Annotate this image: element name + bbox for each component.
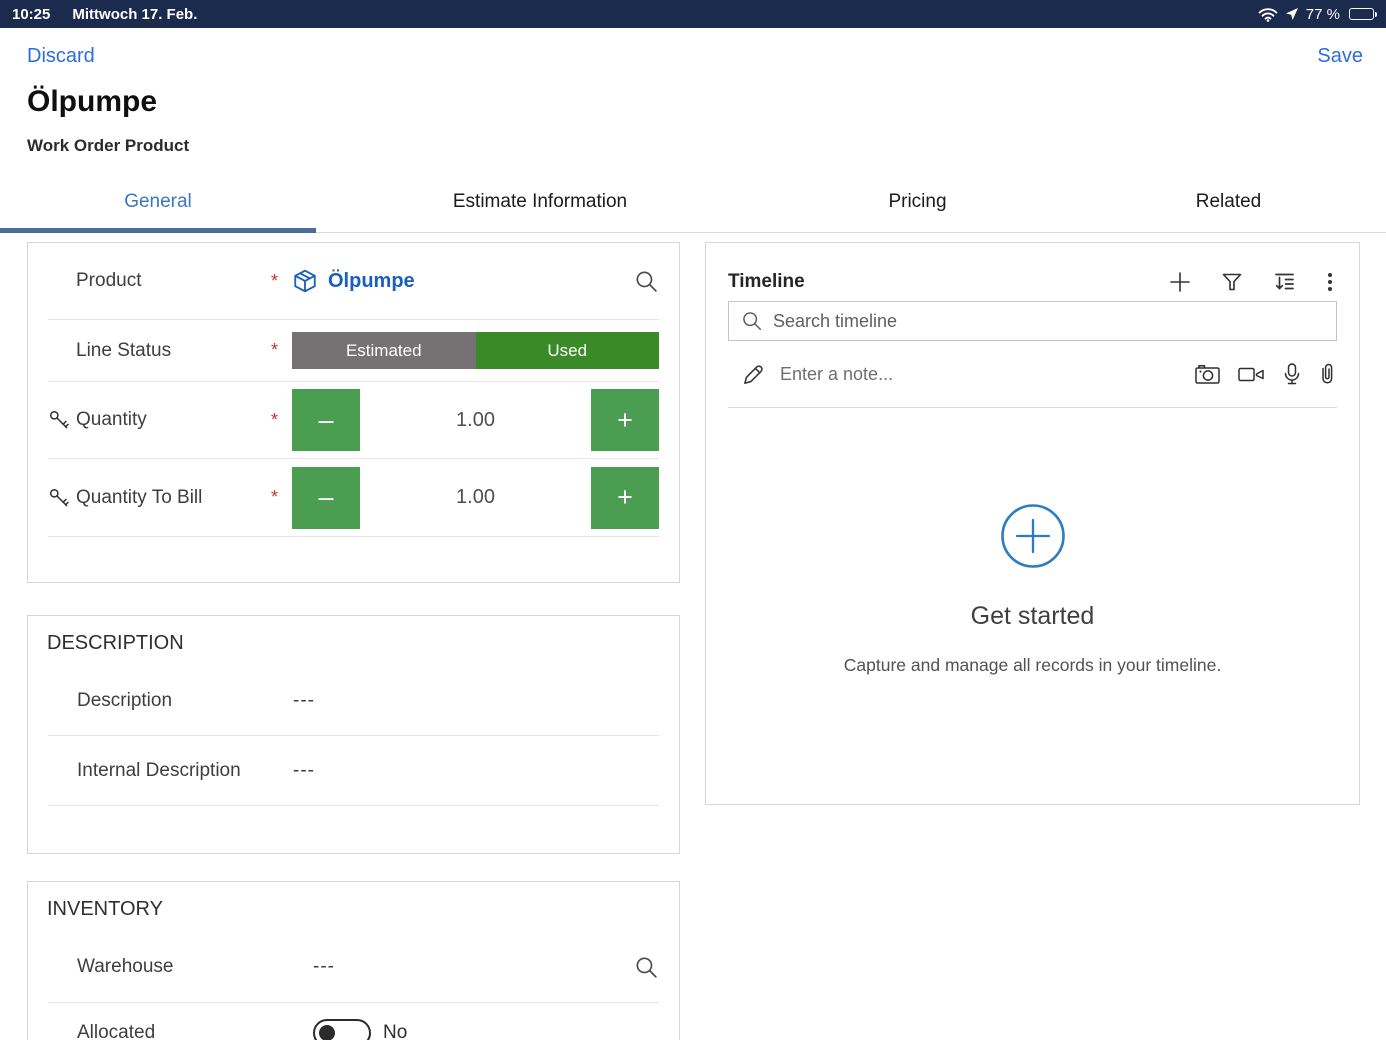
quantity-label: Quantity [76,409,271,431]
paperclip-icon[interactable] [1319,361,1335,387]
note-input[interactable] [780,364,1180,385]
status-bar-left: 10:25 Mittwoch 17. Feb. [12,6,197,23]
line-status-label: Line Status [76,340,271,362]
line-status-field-row: Line Status * Estimated Used [48,320,659,382]
timeline-title: Timeline [728,271,805,293]
product-value: Ölpumpe [328,270,415,293]
wifi-icon [1258,7,1278,22]
battery-percent: 77 % [1306,6,1340,23]
key-icon [48,409,76,431]
product-search-button[interactable] [634,269,659,294]
quantity-to-bill-value[interactable]: 1.00 [360,486,591,509]
location-arrow-icon [1285,7,1299,21]
allocated-value: No [383,1022,407,1040]
warehouse-search-button[interactable] [634,955,659,980]
line-status-option-used[interactable]: Used [476,332,660,369]
key-icon [48,487,76,509]
more-vertical-icon[interactable] [1325,269,1335,295]
timeline-header: Timeline [706,243,1359,301]
quantity-to-bill-decrement-button[interactable]: – [292,467,360,529]
quantity-value[interactable]: 1.00 [360,409,591,432]
timeline-empty-state: Get started Capture and manage all recor… [706,503,1359,676]
product-lookup-value[interactable]: Ölpumpe [292,268,415,294]
note-entry-row [728,341,1337,408]
quantity-increment-button[interactable]: + [591,389,659,451]
tab-bar: General Estimate Information Pricing Rel… [0,172,1386,233]
allocated-label: Allocated [77,1022,264,1040]
tab-general[interactable]: General [0,172,316,232]
quantity-to-bill-increment-button[interactable]: + [591,467,659,529]
camera-icon[interactable] [1194,362,1221,386]
allocated-field-row: Allocated No [48,1003,659,1040]
tab-pricing[interactable]: Pricing [764,172,1071,232]
add-icon[interactable] [1167,269,1193,295]
inventory-section-title: INVENTORY [28,882,679,932]
warehouse-label: Warehouse [77,956,264,978]
description-label: Description [77,690,293,712]
quantity-to-bill-stepper: – 1.00 + [292,467,659,529]
page-title: Ölpumpe [27,85,157,119]
timeline-panel: Timeline [705,242,1360,805]
required-asterisk: * [271,340,292,361]
battery-icon [1349,8,1374,20]
internal-description-label: Internal Description [77,760,293,782]
record-type-label: Work Order Product [27,136,189,156]
filter-icon[interactable] [1219,269,1245,295]
microphone-icon[interactable] [1281,362,1303,387]
quantity-decrement-button[interactable]: – [292,389,360,451]
status-time: 10:25 [12,6,50,23]
inventory-section-card: INVENTORY Warehouse --- Allocated No [27,881,680,1040]
discard-button[interactable]: Discard [27,45,95,68]
toggle-knob [319,1025,335,1040]
timeline-empty-caption: Capture and manage all records in your t… [706,655,1359,676]
warehouse-field-row: Warehouse --- [48,932,659,1003]
internal-description-value: --- [293,760,315,782]
quantity-stepper: – 1.00 + [292,389,659,451]
required-asterisk: * [271,487,292,508]
line-status-segmented-control: Estimated Used [292,332,659,369]
save-button[interactable]: Save [1317,45,1363,68]
add-circle-icon[interactable] [1000,503,1066,569]
required-asterisk: * [271,410,292,431]
required-asterisk: * [271,271,292,292]
internal-description-field-row[interactable]: Internal Description --- [48,736,659,806]
allocated-toggle[interactable] [313,1019,371,1040]
sort-icon[interactable] [1271,269,1299,295]
general-form-card: Product * Ölpumpe [27,242,680,583]
product-field-row: Product * Ölpumpe [48,243,659,320]
product-label: Product [76,270,271,292]
status-bar: 10:25 Mittwoch 17. Feb. 77 % [0,0,1386,28]
quantity-field-row: Quantity * – 1.00 + [48,382,659,459]
warehouse-value[interactable]: --- [313,956,335,978]
box-icon [292,268,318,294]
timeline-empty-title: Get started [706,602,1359,631]
tab-related[interactable]: Related [1071,172,1386,232]
pencil-icon [740,361,766,387]
video-icon[interactable] [1237,363,1265,385]
timeline-search-box [728,301,1337,341]
description-section-card: DESCRIPTION Description --- Internal Des… [27,615,680,854]
work-order-product-screen: 10:25 Mittwoch 17. Feb. 77 % Discard Sav [0,0,1386,1040]
description-field-row[interactable]: Description --- [48,666,659,736]
quantity-to-bill-field-row: Quantity To Bill * – 1.00 + [48,459,659,537]
description-value: --- [293,690,315,712]
status-date: Mittwoch 17. Feb. [72,6,197,23]
quantity-to-bill-label: Quantity To Bill [76,487,271,509]
description-section-title: DESCRIPTION [28,616,679,666]
tab-estimate-information[interactable]: Estimate Information [316,172,764,232]
timeline-search-input[interactable] [773,311,1324,332]
line-status-option-estimated[interactable]: Estimated [292,332,476,369]
status-bar-right: 77 % [1258,6,1374,23]
search-icon [741,310,763,332]
